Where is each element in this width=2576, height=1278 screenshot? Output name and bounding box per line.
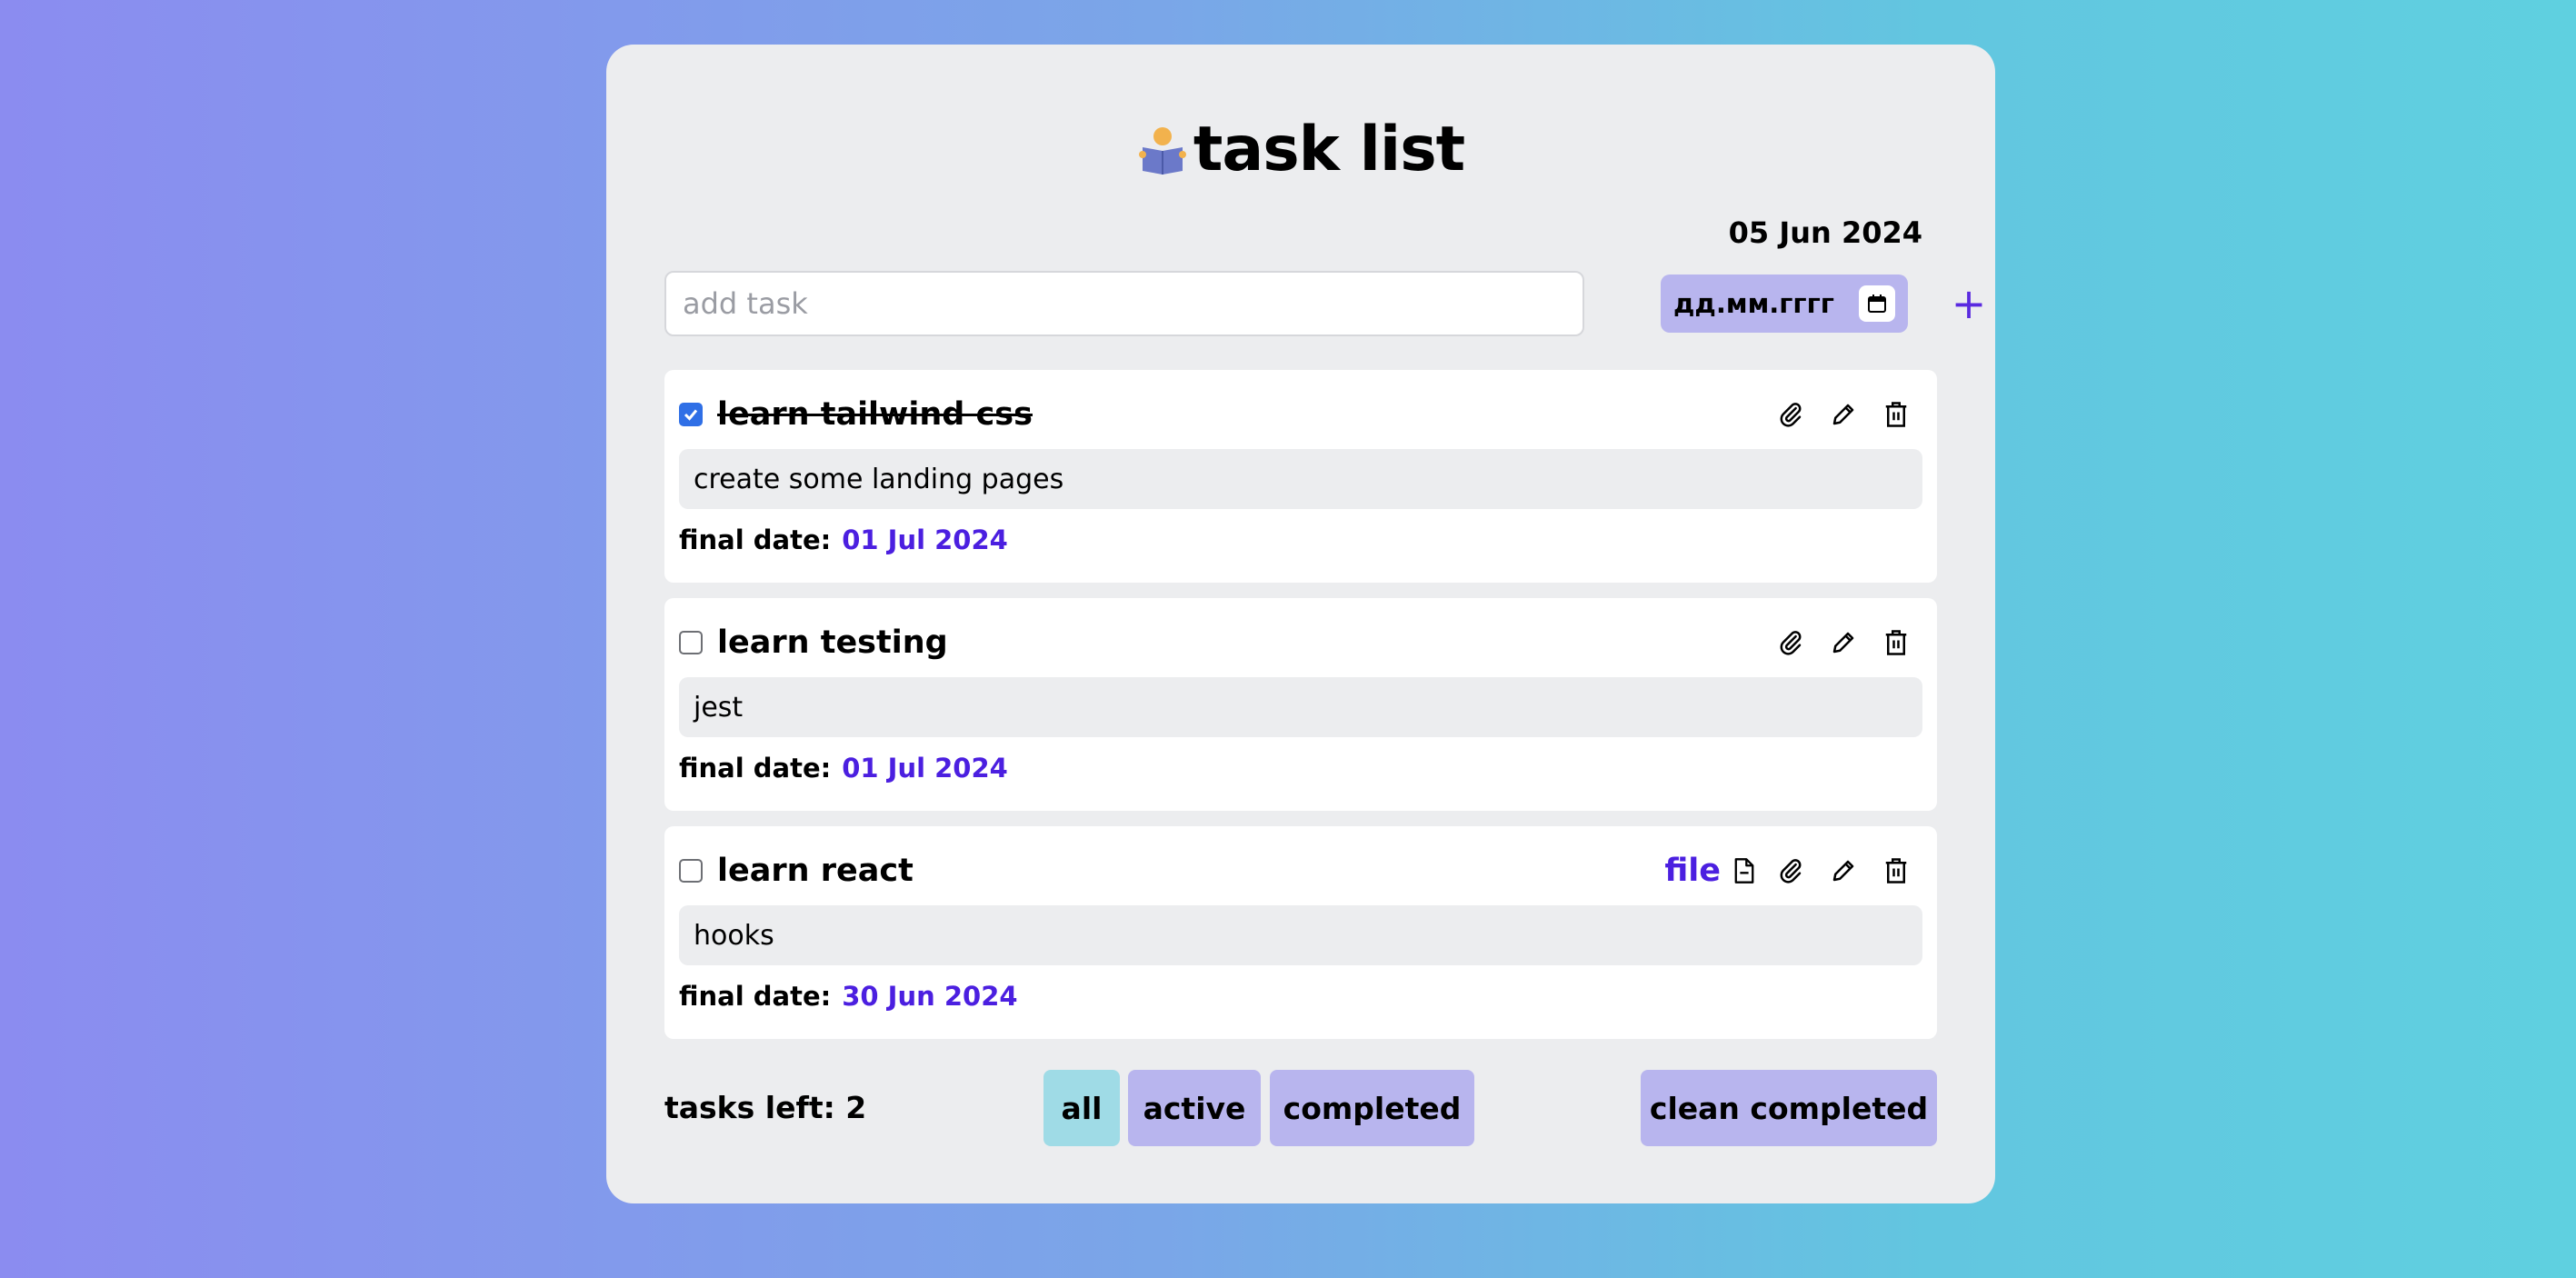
- current-date: 05 Jun 2024: [1728, 215, 1922, 250]
- edit-icon[interactable]: [1817, 848, 1870, 894]
- final-date-value: 30 Jun 2024: [842, 981, 1018, 1012]
- add-task-form: дд.мм.гггг +: [664, 271, 1986, 340]
- attach-icon[interactable]: [1764, 392, 1817, 437]
- final-date-label: final date:: [679, 981, 832, 1012]
- attach-icon[interactable]: [1764, 848, 1817, 894]
- final-date-label: final date:: [679, 524, 832, 555]
- final-date: final date: 01 Jul 2024: [679, 753, 1008, 784]
- clean-completed-button[interactable]: clean completed: [1641, 1070, 1937, 1146]
- page-title: task list: [1193, 113, 1465, 185]
- task-item: learn tailwind css create some landing p…: [664, 370, 1937, 583]
- filter-all-button[interactable]: all: [1043, 1070, 1120, 1146]
- task-item: learn testing jest final date: 01 Jul 202…: [664, 598, 1937, 811]
- attach-icon[interactable]: [1764, 620, 1817, 665]
- edit-icon[interactable]: [1817, 392, 1870, 437]
- calendar-icon[interactable]: [1859, 285, 1895, 322]
- final-date-label: final date:: [679, 753, 832, 784]
- delete-icon[interactable]: [1870, 620, 1922, 665]
- due-date-input[interactable]: дд.мм.гггг: [1661, 275, 1908, 333]
- final-date: final date: 30 Jun 2024: [679, 981, 1018, 1012]
- file-link[interactable]: file: [1664, 853, 1721, 889]
- task-complete-checkbox[interactable]: [679, 403, 703, 426]
- task-item: learn react file hooks final date: 30 Jun…: [664, 826, 1937, 1039]
- task-description: hooks: [679, 905, 1922, 965]
- task-card: task list 05 Jun 2024 дд.мм.гггг + learn…: [606, 45, 1995, 1203]
- task-title-input[interactable]: [664, 271, 1584, 336]
- final-date: final date: 01 Jul 2024: [679, 524, 1008, 555]
- app-header: task list: [606, 99, 1995, 199]
- task-title: learn react: [717, 853, 914, 889]
- tasks-left-count: tasks left: 2: [664, 1090, 867, 1125]
- delete-icon[interactable]: [1870, 392, 1922, 437]
- delete-icon[interactable]: [1870, 848, 1922, 894]
- task-title: learn tailwind css: [717, 396, 1033, 433]
- file-icon[interactable]: [1724, 848, 1764, 894]
- task-description: jest: [679, 677, 1922, 737]
- final-date-value: 01 Jul 2024: [842, 753, 1008, 784]
- final-date-value: 01 Jul 2024: [842, 524, 1008, 555]
- date-placeholder: дд.мм.гггг: [1673, 288, 1834, 319]
- task-description: create some landing pages: [679, 449, 1922, 509]
- task-title: learn testing: [717, 624, 948, 661]
- task-complete-checkbox[interactable]: [679, 631, 703, 654]
- reading-person-icon: [1138, 127, 1186, 175]
- add-task-button[interactable]: +: [1942, 276, 1996, 331]
- task-footer: tasks left: 2 all active completed clean…: [664, 1070, 1937, 1146]
- task-complete-checkbox[interactable]: [679, 859, 703, 883]
- filter-completed-button[interactable]: completed: [1270, 1070, 1474, 1146]
- edit-icon[interactable]: [1817, 620, 1870, 665]
- filter-active-button[interactable]: active: [1128, 1070, 1261, 1146]
